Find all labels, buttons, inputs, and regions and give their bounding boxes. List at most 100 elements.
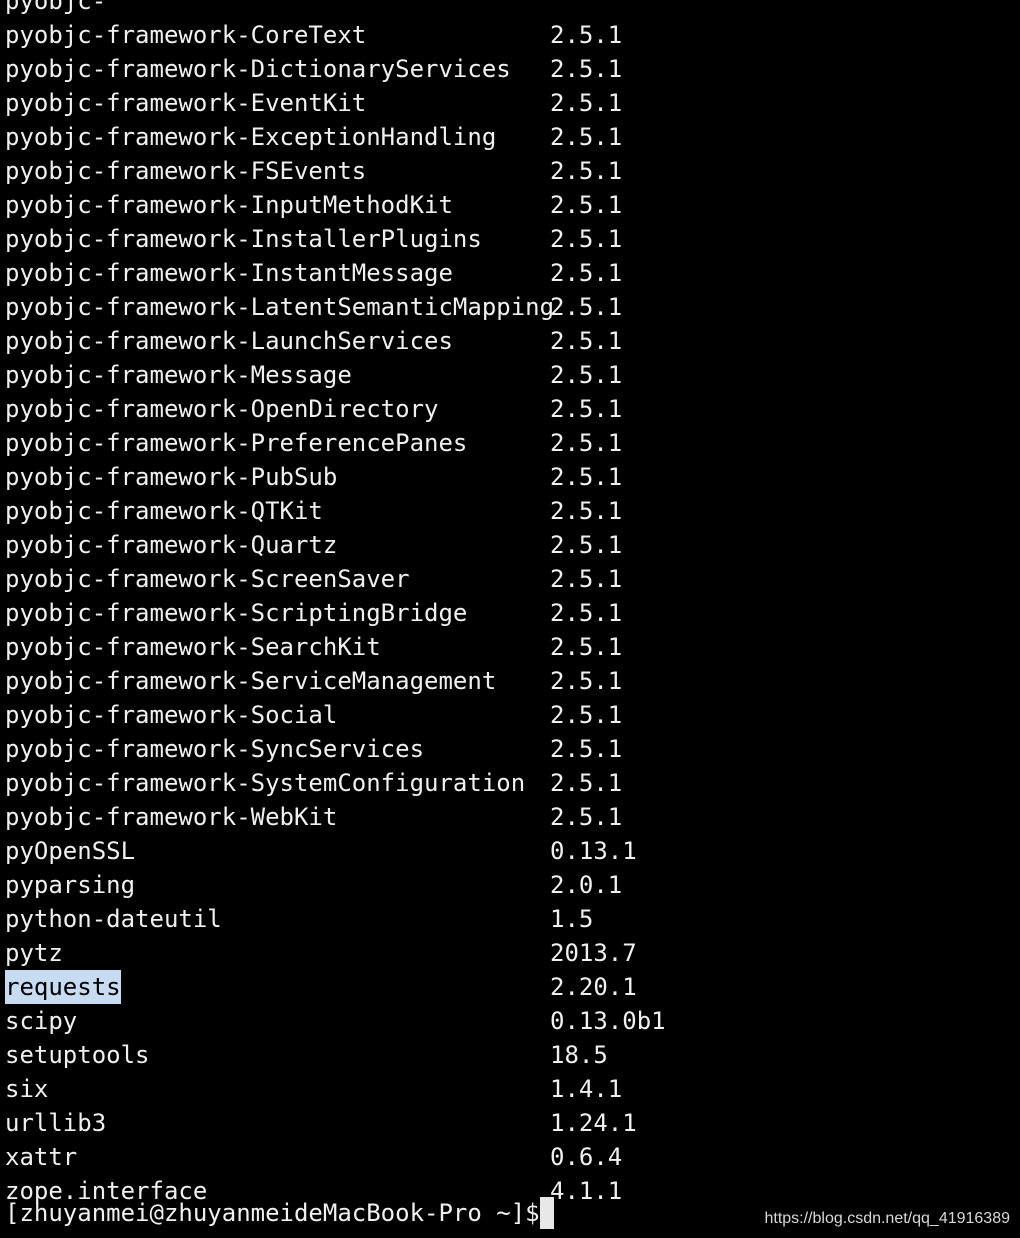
text-cursor (539, 1197, 554, 1229)
package-name[interactable]: pyobjc-framework-DictionaryServices (5, 52, 511, 86)
package-version[interactable]: 2.5.1 (550, 732, 622, 766)
package-name[interactable]: pyobjc-framework-Social (5, 698, 337, 732)
package-name[interactable]: pyobjc-framework-CoreText (5, 18, 366, 52)
package-version[interactable]: 2.5.1 (550, 52, 622, 86)
package-version[interactable]: 2.5.1 (550, 120, 622, 154)
package-row: setuptools 18.5 (5, 1038, 1020, 1072)
package-row: pyobjc-framework-ExceptionHandling 2.5.1 (5, 120, 1020, 154)
package-version[interactable]: 2.5.1 (550, 222, 622, 256)
package-name[interactable]: six (5, 1072, 48, 1106)
package-version[interactable]: 1.4.1 (550, 1072, 622, 1106)
package-name[interactable]: pyobjc-framework-OpenDirectory (5, 392, 438, 426)
package-row: pyobjc-framework-LaunchServices 2.5.1 (5, 324, 1020, 358)
package-version[interactable]: 0.6.4 (550, 1140, 622, 1174)
package-name[interactable]: pyobjc-framework-LaunchServices (5, 324, 453, 358)
package-version[interactable]: 2.5.1 (550, 324, 622, 358)
package-name[interactable]: pyobjc- (5, 0, 106, 18)
package-name[interactable]: pyobjc-framework-SyncServices (5, 732, 424, 766)
package-version[interactable]: 2013.7 (550, 936, 637, 970)
package-version[interactable]: 2.5.1 (550, 698, 622, 732)
package-version[interactable]: 1.5 (550, 902, 593, 936)
package-version[interactable]: 2.0.1 (550, 868, 622, 902)
package-version[interactable]: 2.5.1 (550, 86, 622, 120)
package-name[interactable]: pyobjc-framework-PubSub (5, 460, 337, 494)
package-name[interactable]: pyOpenSSL (5, 834, 135, 868)
package-name[interactable]: pyobjc-framework-SearchKit (5, 630, 381, 664)
terminal-window[interactable]: pyobjc-pyobjc-framework-CoreText 2.5.1 pyo… (0, 0, 1020, 1238)
package-version[interactable]: 2.5.1 (550, 528, 622, 562)
package-row: pyobjc-framework-SearchKit 2.5.1 (5, 630, 1020, 664)
package-name[interactable]: pyobjc-framework-LatentSemanticMapping (5, 290, 554, 324)
package-row: pyOpenSSL 0.13.1 (5, 834, 1020, 868)
package-name[interactable]: pytz (5, 936, 63, 970)
package-row: pyobjc-framework-Quartz 2.5.1 (5, 528, 1020, 562)
package-version[interactable]: 2.5.1 (550, 494, 622, 528)
package-version[interactable]: 2.5.1 (550, 630, 622, 664)
package-name[interactable]: pyobjc-framework-WebKit (5, 800, 337, 834)
package-version[interactable]: 2.5.1 (550, 358, 622, 392)
package-version[interactable]: 4.1.1 (550, 1174, 622, 1208)
package-name[interactable]: pyobjc-framework-InstallerPlugins (5, 222, 482, 256)
package-row: pyobjc-framework-PubSub 2.5.1 (5, 460, 1020, 494)
package-name[interactable]: pyobjc-framework-ScriptingBridge (5, 596, 467, 630)
package-name[interactable]: pyobjc-framework-QTKit (5, 494, 323, 528)
package-row: pyobjc-framework-ServiceManagement 2.5.1 (5, 664, 1020, 698)
package-row: scipy 0.13.0b1 (5, 1004, 1020, 1038)
package-version[interactable]: 2.20.1 (550, 970, 637, 1004)
package-name[interactable]: pyobjc-framework-FSEvents (5, 154, 366, 188)
package-name[interactable]: pyobjc-framework-EventKit (5, 86, 366, 120)
package-row: pyobjc-framework-CoreText 2.5.1 (5, 18, 1020, 52)
package-version[interactable]: 2.5.1 (550, 188, 622, 222)
package-row: pyobjc-framework-Social 2.5.1 (5, 698, 1020, 732)
package-name[interactable]: scipy (5, 1004, 77, 1038)
watermark: https://blog.csdn.net/qq_41916389 (764, 1210, 1010, 1227)
shell-prompt-line[interactable]: [zhuyanmei@zhuyanmeideMacBook-Pro ~]$ (5, 1196, 554, 1230)
package-version[interactable]: 2.5.1 (550, 460, 622, 494)
package-row: pyobjc-framework-SyncServices 2.5.1 (5, 732, 1020, 766)
package-row: pyobjc-framework-ScriptingBridge 2.5.1 (5, 596, 1020, 630)
package-name[interactable]: pyobjc-framework-InstantMessage (5, 256, 453, 290)
package-name[interactable]: pyparsing (5, 868, 135, 902)
package-version[interactable]: 2.5.1 (550, 154, 622, 188)
package-name[interactable]: urllib3 (5, 1106, 106, 1140)
package-name[interactable]: pyobjc-framework-ExceptionHandling (5, 120, 496, 154)
package-row: pyobjc- (5, 0, 1020, 18)
package-row: pyobjc-framework-PreferencePanes 2.5.1 (5, 426, 1020, 460)
package-row: pyobjc-framework-EventKit 2.5.1 (5, 86, 1020, 120)
package-name[interactable]: pyobjc-framework-Message (5, 358, 352, 392)
package-name[interactable]: pyobjc-framework-Quartz (5, 528, 337, 562)
package-row: pyobjc-framework-SystemConfiguration 2.5.… (5, 766, 1020, 800)
package-name[interactable]: pyobjc-framework-ScreenSaver (5, 562, 410, 596)
package-row: pyobjc-framework-InputMethodKit 2.5.1 (5, 188, 1020, 222)
package-row: pyobjc-framework-ScreenSaver 2.5.1 (5, 562, 1020, 596)
package-row: pyobjc-framework-DictionaryServices 2.5.1 (5, 52, 1020, 86)
package-row: pyobjc-framework-InstallerPlugins 2.5.1 (5, 222, 1020, 256)
package-version[interactable]: 2.5.1 (550, 426, 622, 460)
package-version[interactable]: 2.5.1 (550, 392, 622, 426)
package-version[interactable]: 0.13.1 (550, 834, 637, 868)
package-name[interactable]: xattr (5, 1140, 77, 1174)
shell-prompt: [zhuyanmei@zhuyanmeideMacBook-Pro ~]$ (5, 1199, 540, 1227)
package-version[interactable]: 2.5.1 (550, 562, 622, 596)
package-name[interactable]: python-dateutil (5, 902, 222, 936)
package-name[interactable]: pyobjc-framework-ServiceManagement (5, 664, 496, 698)
package-version[interactable]: 1.24.1 (550, 1106, 637, 1140)
package-version[interactable]: 2.5.1 (550, 290, 622, 324)
package-row: requests 2.20.1 (5, 970, 1020, 1004)
package-version[interactable]: 2.5.1 (550, 596, 622, 630)
package-version[interactable]: 0.13.0b1 (550, 1004, 666, 1038)
package-version[interactable]: 2.5.1 (550, 664, 622, 698)
package-row: python-dateutil 1.5 (5, 902, 1020, 936)
package-version[interactable]: 2.5.1 (550, 766, 622, 800)
package-name-selected[interactable]: requests (5, 970, 121, 1004)
package-name[interactable]: pyobjc-framework-SystemConfiguration (5, 766, 525, 800)
package-version[interactable]: 18.5 (550, 1038, 608, 1072)
package-version[interactable]: 2.5.1 (550, 800, 622, 834)
package-row: pyobjc-framework-WebKit 2.5.1 (5, 800, 1020, 834)
package-version[interactable]: 2.5.1 (550, 256, 622, 290)
package-name[interactable]: pyobjc-framework-InputMethodKit (5, 188, 453, 222)
package-name[interactable]: setuptools (5, 1038, 150, 1072)
package-version[interactable]: 2.5.1 (550, 18, 622, 52)
package-row: six 1.4.1 (5, 1072, 1020, 1106)
package-name[interactable]: pyobjc-framework-PreferencePanes (5, 426, 467, 460)
